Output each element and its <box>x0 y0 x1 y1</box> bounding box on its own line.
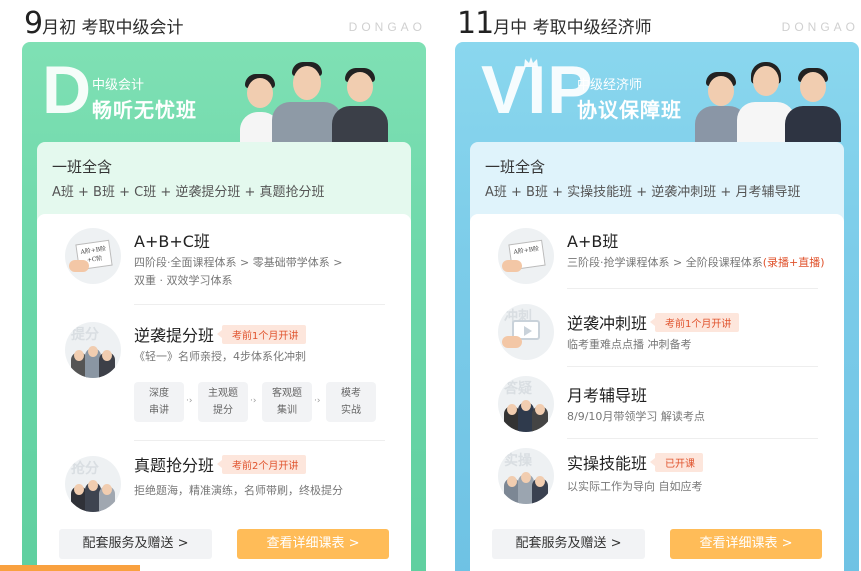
course-name: 真题抢分班 考前2个月开讲 <box>134 452 307 476</box>
course-card-accounting: D 中级会计 畅听无忧班 一班全含 A班 + B班 + C班 + 逆袭提分班 +… <box>22 42 426 571</box>
hero-subtitle: 中级会计 <box>92 78 145 93</box>
divider <box>134 440 385 441</box>
hand-icon <box>502 260 522 272</box>
course-name: 月考辅导班 <box>567 386 648 405</box>
divider <box>567 288 818 289</box>
includes-panel: 一班全含 A班 + B班 + C班 + 逆袭提分班 + 真题抢分班 <box>37 142 411 222</box>
includes-title: 一班全含 <box>485 158 546 176</box>
bottom-banner-strip <box>0 565 140 571</box>
course-thumbnail: 答疑 <box>498 376 554 432</box>
arrow-right-icon: ·› <box>250 396 257 406</box>
course-name: A+B+C班 <box>134 232 210 251</box>
course-card-economist: VIP 中级经济师 协议保障班 一班全含 A班 + B班 + 实操技能班 + 逆… <box>455 42 859 571</box>
includes-list: A班 + B班 + C班 + 逆袭提分班 + 真题抢分班 <box>52 185 325 200</box>
card-hero: D 中级会计 畅听无忧班 <box>22 42 426 142</box>
hand-icon <box>69 260 89 272</box>
course-steps: 深度 串讲 ·› 主观题 提分 ·› 客观题 集训 ·› 模考 实战 <box>134 382 378 422</box>
course-name: A+B班 <box>567 232 619 251</box>
course-description: 四阶段·全面课程体系 > 零基础带学体系 > 双重 · 双效学习体系 <box>134 256 343 287</box>
hero-title: 畅听无忧班 <box>92 98 197 122</box>
course-description: 8/9/10月带领学习 解读考点 <box>567 410 705 423</box>
course-thumbnail: A阶+B阶+C阶 <box>65 228 121 284</box>
course-name: 逆袭提分班 考前1个月开讲 <box>134 322 307 346</box>
view-schedule-button[interactable]: 查看详细课表 > <box>237 529 389 559</box>
includes-list: A班 + B班 + 实操技能班 + 逆袭冲刺班 + 月考辅导班 <box>485 185 801 200</box>
thumbnail-watermark: 答疑 <box>504 381 532 397</box>
view-schedule-button[interactable]: 查看详细课表 > <box>670 529 822 559</box>
thumbnail-watermark: 实操 <box>504 453 532 469</box>
course-thumbnail: 提分 <box>65 322 121 378</box>
step-item: 主观题 提分 <box>198 382 248 422</box>
includes-title: 一班全含 <box>52 158 113 176</box>
card-hero: VIP 中级经济师 协议保障班 <box>455 42 859 142</box>
brand-watermark: DONGAO <box>781 20 859 34</box>
course-description: 以实际工作为导向 自如应考 <box>567 480 703 493</box>
brand-watermark: DONGAO <box>348 20 426 34</box>
arrow-right-icon: ·› <box>314 396 321 406</box>
column-title: 11月中 考取中级经济师 <box>457 6 652 41</box>
course-description: 三阶段·抢学课程体系 > 全阶段课程体系(录播+直播) <box>567 256 825 269</box>
hand-icon <box>502 336 522 348</box>
hero-subtitle: 中级经济师 <box>577 78 643 93</box>
course-list: A阶+B阶 A+B班 三阶段·抢学课程体系 > 全阶段课程体系(录播+直播) 冲… <box>470 214 844 571</box>
column-header: 11月中 考取中级经济师 DONGAO <box>455 6 859 42</box>
schedule-badge: 已开课 <box>650 453 704 472</box>
includes-panel: 一班全含 A班 + B班 + 实操技能班 + 逆袭冲刺班 + 月考辅导班 <box>470 142 844 222</box>
schedule-badge: 考前1个月开讲 <box>216 325 307 344</box>
course-description: 《轻一》名师亲授，4步体系化冲刺 <box>134 350 306 363</box>
hero-title: 协议保障班 <box>577 98 682 122</box>
divider <box>567 366 818 367</box>
column-header: 9月初 考取中级会计 DONGAO <box>22 6 426 42</box>
step-item: 模考 实战 <box>326 382 376 422</box>
arrow-right-icon: ·› <box>186 396 193 406</box>
course-name: 实操技能班 已开课 <box>567 450 704 474</box>
service-gift-button[interactable]: 配套服务及赠送 > <box>492 529 645 559</box>
teacher-photo <box>332 66 388 142</box>
right-column: 11月中 考取中级经济师 DONGAO VIP 中级经济师 协议保障班 一班全含… <box>455 0 859 571</box>
teacher-photo <box>785 66 841 142</box>
course-thumbnail: A阶+B阶 <box>498 228 554 284</box>
course-description: 拒绝题海，精准演练，名师带刷，终极提分 <box>134 484 343 497</box>
left-column: 9月初 考取中级会计 DONGAO D 中级会计 畅听无忧班 一班全含 A班 +… <box>22 0 426 571</box>
course-thumbnail: 冲刺 <box>498 304 554 360</box>
course-thumbnail: 实操 <box>498 448 554 504</box>
hero-letter: D <box>42 52 92 128</box>
divider <box>567 438 818 439</box>
service-gift-button[interactable]: 配套服务及赠送 > <box>59 529 212 559</box>
column-title: 9月初 考取中级会计 <box>24 6 184 41</box>
course-description: 临考重难点点播 冲刺备考 <box>567 338 692 351</box>
course-name: 逆袭冲刺班 考前1个月开讲 <box>567 310 740 334</box>
step-item: 客观题 集训 <box>262 382 312 422</box>
thumbnail-watermark: 提分 <box>71 327 99 343</box>
schedule-badge: 考前1个月开讲 <box>649 313 740 332</box>
course-thumbnail: 抢分 <box>65 456 121 512</box>
step-item: 深度 串讲 <box>134 382 184 422</box>
thumbnail-watermark: 抢分 <box>71 461 99 477</box>
course-list: A阶+B阶+C阶 A+B+C班 四阶段·全面课程体系 > 零基础带学体系 > 双重… <box>37 214 411 571</box>
schedule-badge: 考前2个月开讲 <box>216 455 307 474</box>
divider <box>134 304 385 305</box>
